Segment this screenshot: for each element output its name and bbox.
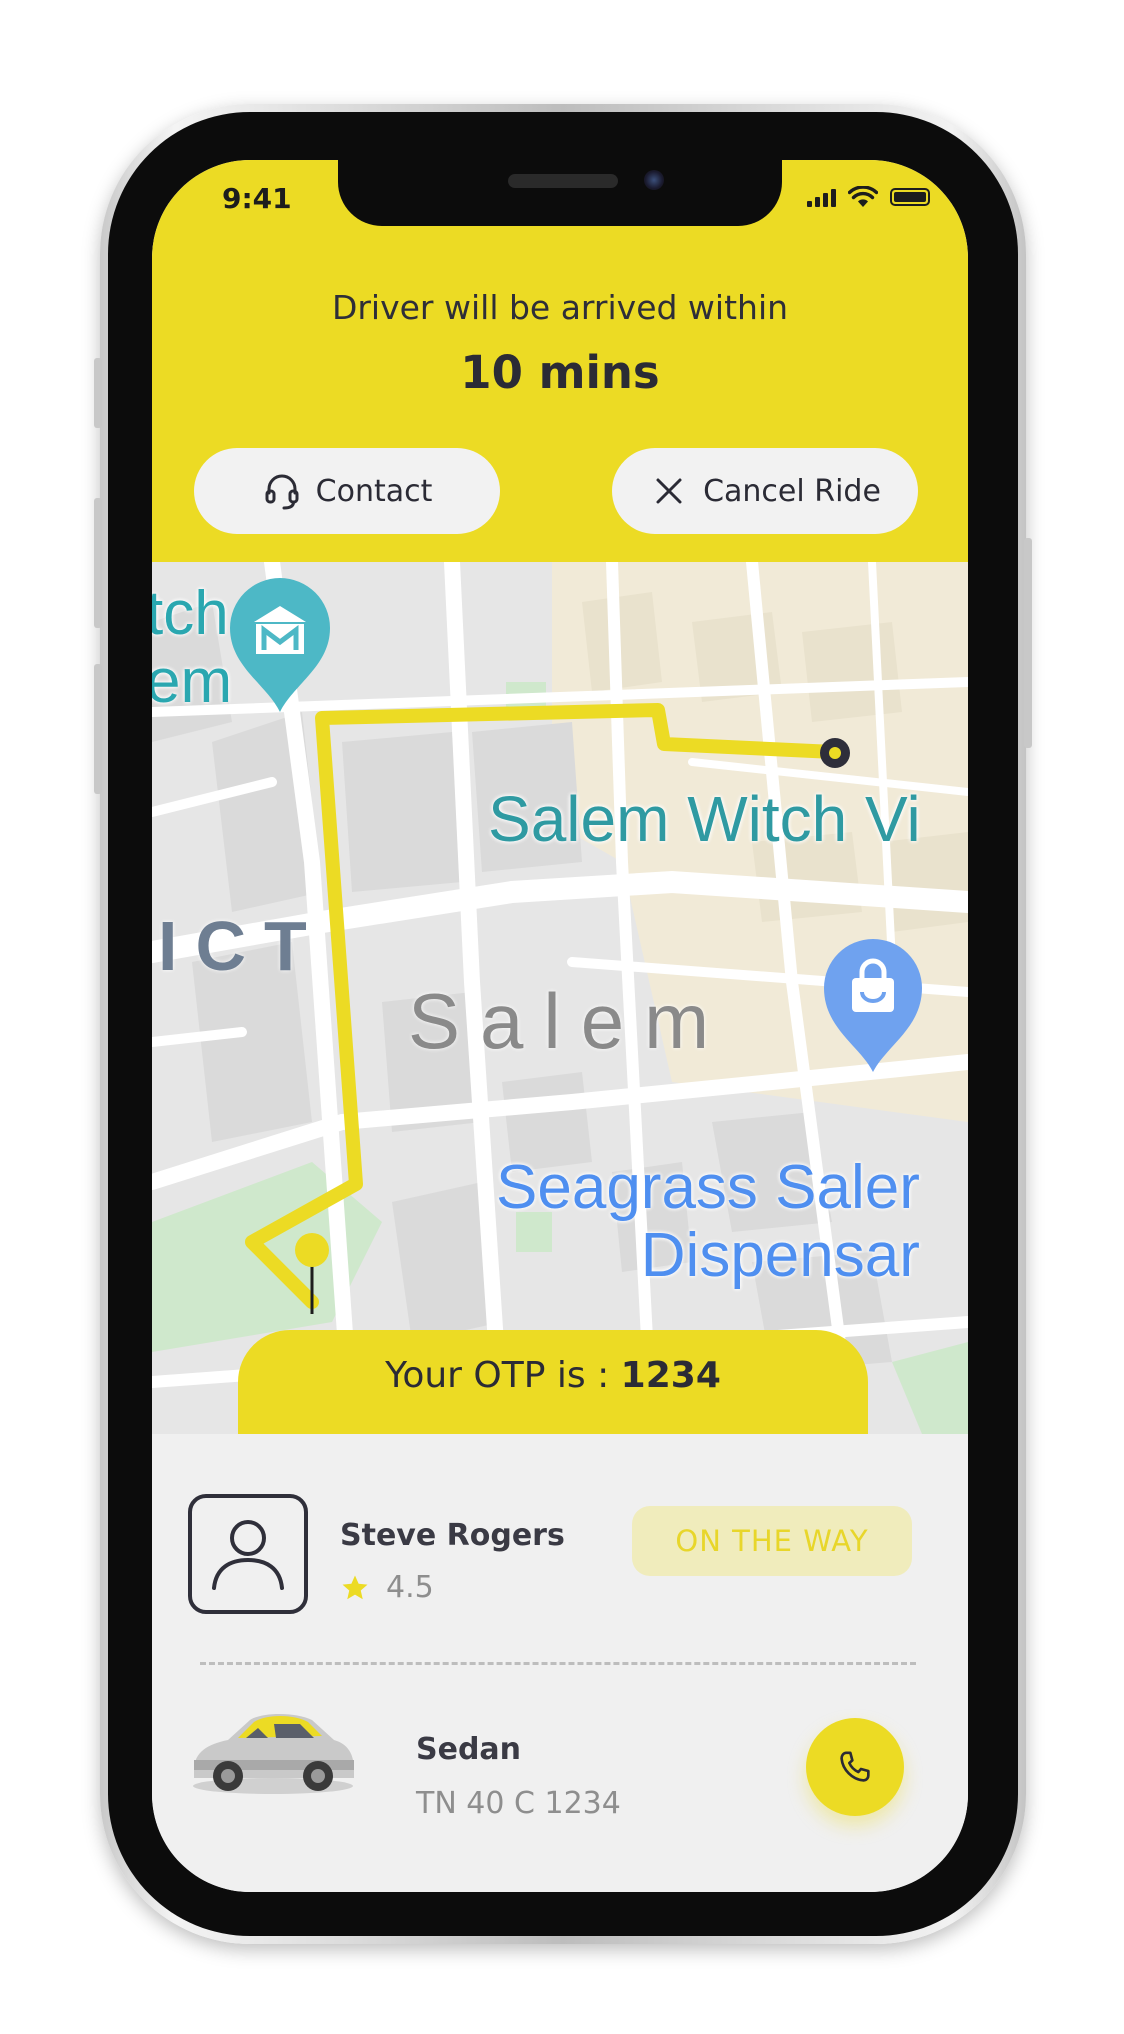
power-button (1024, 538, 1032, 748)
call-driver-button[interactable] (806, 1718, 904, 1816)
otp-banner: Your OTP is : 1234 (238, 1330, 868, 1434)
status-time: 9:41 (222, 182, 292, 215)
card-divider (200, 1662, 916, 1665)
map-label-salem: Salem (408, 977, 730, 1065)
museum-pin-icon[interactable] (224, 574, 336, 714)
map-label-museum-line1: tch (152, 579, 229, 648)
map-label-salem-witch: Salem Witch Vi (488, 783, 921, 855)
volume-down-button (94, 664, 102, 794)
arrival-message: Driver will be arrived within (331, 288, 789, 327)
contact-button[interactable]: Contact (194, 448, 500, 534)
cellular-signal-icon (807, 187, 836, 207)
phone-icon (840, 1751, 870, 1782)
mute-switch (94, 358, 102, 428)
cancel-ride-button[interactable]: Cancel Ride (612, 448, 918, 534)
cancel-ride-label: Cancel Ride (703, 473, 881, 509)
earpiece-speaker (508, 174, 618, 188)
wifi-icon (848, 186, 878, 207)
map-label-museum-line2: em (152, 647, 233, 716)
driver-avatar[interactable] (188, 1494, 308, 1614)
destination-marker-icon (820, 738, 850, 768)
shopping-pin-icon[interactable] (820, 936, 926, 1074)
user-icon (212, 1520, 284, 1590)
volume-up-button (94, 498, 102, 628)
contact-label: Contact (315, 473, 433, 509)
otp-code: 1234 (620, 1355, 721, 1396)
map-label-seagrass: Seagrass Saler Dispensar (496, 1154, 920, 1290)
headset-icon (265, 474, 299, 510)
driver-name: Steve Rogers (340, 1518, 565, 1553)
phone-screen: 9:41 Driver will be arrived within 10 mi… (152, 160, 968, 1892)
map-label-district: ICT (158, 907, 325, 985)
sedan-car-icon (193, 1714, 354, 1794)
battery-icon (890, 188, 930, 206)
map-label-museum: tch em (152, 580, 232, 716)
driver-info-card: Steve Rogers 4.5 ON THE WAY Sedan TN 40 … (152, 1434, 968, 1892)
close-icon (656, 478, 682, 504)
rating-value: 4.5 (386, 1570, 434, 1605)
vehicle-type: Sedan (416, 1732, 522, 1767)
vehicle-plate: TN 40 C 1234 (416, 1786, 621, 1821)
ride-status-badge: ON THE WAY (632, 1506, 912, 1576)
map-label-seagrass-line2: Dispensar (640, 1221, 920, 1290)
otp-prefix: Your OTP is : (385, 1355, 621, 1396)
route-map[interactable]: tch em Salem Witch Vi ICT Salem Seagrass… (152, 562, 968, 1434)
driver-rating: 4.5 (340, 1570, 434, 1605)
front-camera (644, 170, 664, 190)
map-label-seagrass-line1: Seagrass Saler (496, 1153, 920, 1222)
notch (338, 160, 782, 226)
star-icon (342, 1575, 368, 1599)
arrival-eta: 10 mins (460, 346, 660, 399)
status-icons (807, 186, 930, 208)
origin-pin-icon (295, 1233, 329, 1314)
